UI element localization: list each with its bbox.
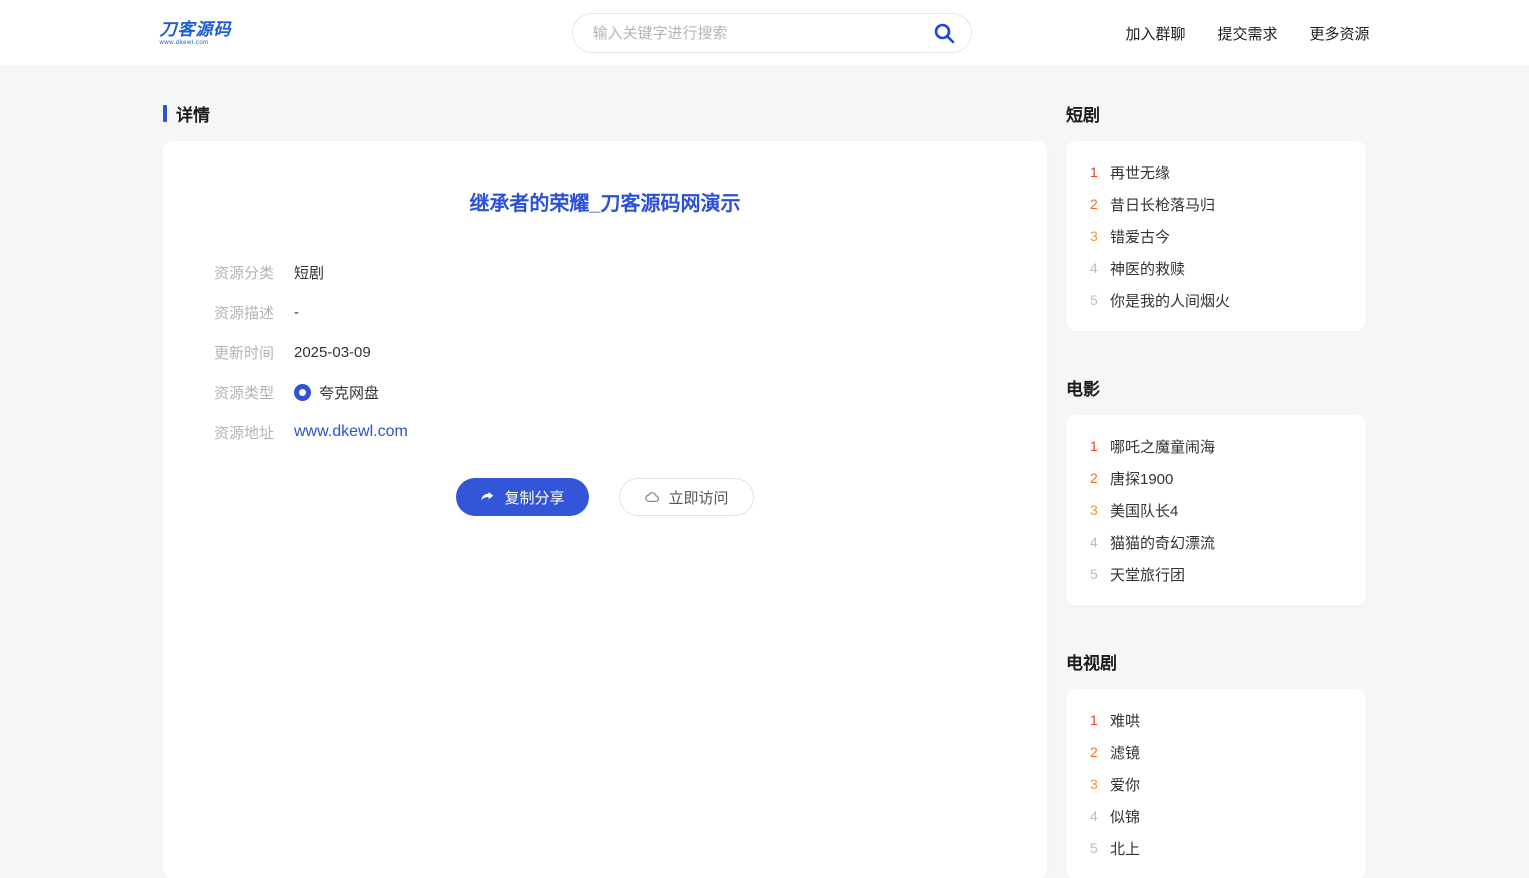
list-item[interactable]: 3 爱你 (1090, 768, 1342, 800)
nav-item-submit-request[interactable]: 提交需求 (1217, 23, 1277, 44)
field-row-update-time: 更新时间 2025-03-09 (214, 332, 1047, 372)
rank-number: 1 (1090, 438, 1110, 454)
detail-section-title: 详情 (176, 101, 210, 126)
detail-section-head: 详情 (163, 101, 1047, 126)
list-item-title: 滤镜 (1110, 742, 1140, 763)
visit-now-label: 立即访问 (669, 487, 729, 508)
list-item-title: 北上 (1110, 838, 1140, 859)
sidebar-section-tv-series: 电视剧 1 难哄 2 滤镜 3 爱你 4 似锦 (1066, 649, 1366, 878)
field-row-resource-type: 资源类型 夸克网盘 (214, 372, 1047, 412)
rank-number: 1 (1090, 712, 1110, 728)
field-label: 资源分类 (214, 262, 294, 283)
share-icon (480, 489, 496, 505)
field-row-resource-url: 资源地址 www.dkewl.com (214, 412, 1047, 452)
ranking-card: 1 哪吒之魔童闹海 2 唐探1900 3 美国队长4 4 猫猫的奇幻漂流 5 (1066, 415, 1366, 605)
rank-number: 3 (1090, 228, 1110, 244)
sidebar-section-movies: 电影 1 哪吒之魔童闹海 2 唐探1900 3 美国队长4 4 猫猫的奇幻漂流 (1066, 375, 1366, 605)
ranking-card: 1 再世无缘 2 昔日长枪落马归 3 错爱古今 4 神医的救赎 5 你是我的 (1066, 141, 1366, 331)
action-buttons: 复制分享 立即访问 (163, 478, 1047, 516)
copy-share-label: 复制分享 (504, 487, 564, 508)
search-icon[interactable] (932, 21, 956, 45)
top-header: 刀客源码 www.dkewl.com 加入群聊 提交需求 更多资源 (0, 0, 1529, 67)
field-label: 资源描述 (214, 302, 294, 323)
list-item-title: 错爱古今 (1110, 226, 1170, 247)
list-item[interactable]: 2 昔日长枪落马归 (1090, 188, 1342, 220)
list-item-title: 猫猫的奇幻漂流 (1110, 532, 1215, 553)
sidebar-section-title: 电视剧 (1066, 649, 1366, 674)
copy-share-button[interactable]: 复制分享 (456, 478, 588, 516)
sidebar-section-short-drama: 短剧 1 再世无缘 2 昔日长枪落马归 3 错爱古今 4 神医的救赎 (1066, 101, 1366, 331)
quark-netdisk-icon (294, 384, 311, 401)
detail-card: 继承者的荣耀_刀客源码网演示 资源分类 短剧 资源描述 - 更新时间 2025-… (163, 141, 1047, 878)
list-item[interactable]: 1 再世无缘 (1090, 156, 1342, 188)
field-value-resource-type: 夸克网盘 (294, 382, 379, 403)
list-item-title: 似锦 (1110, 806, 1140, 827)
search-box (572, 13, 972, 53)
list-item[interactable]: 5 天堂旅行团 (1090, 558, 1342, 590)
rank-number: 3 (1090, 502, 1110, 518)
nav-item-join-group[interactable]: 加入群聊 (1125, 23, 1185, 44)
rank-number: 4 (1090, 534, 1110, 550)
search-input[interactable] (572, 13, 972, 53)
list-item[interactable]: 3 美国队长4 (1090, 494, 1342, 526)
resource-type-text: 夸克网盘 (319, 382, 379, 403)
visit-now-button[interactable]: 立即访问 (619, 478, 754, 516)
rank-number: 5 (1090, 840, 1110, 856)
nav-item-more-resources[interactable]: 更多资源 (1309, 23, 1369, 44)
list-item-title: 爱你 (1110, 774, 1140, 795)
sidebar-section-title: 短剧 (1066, 101, 1366, 126)
field-value-category: 短剧 (294, 262, 324, 283)
section-accent-bar (163, 105, 167, 122)
rank-number: 3 (1090, 776, 1110, 792)
list-item-title: 神医的救赎 (1110, 258, 1185, 279)
resource-url-link[interactable]: www.dkewl.com (294, 423, 408, 441)
rank-number: 2 (1090, 196, 1110, 212)
list-item-title: 天堂旅行团 (1110, 564, 1185, 585)
list-item[interactable]: 4 神医的救赎 (1090, 252, 1342, 284)
list-item[interactable]: 4 猫猫的奇幻漂流 (1090, 526, 1342, 558)
site-logo-subtext: www.dkewl.com (160, 40, 232, 46)
field-label: 资源类型 (214, 382, 294, 403)
rank-number: 1 (1090, 164, 1110, 180)
field-row-description: 资源描述 - (214, 292, 1047, 332)
rank-number: 2 (1090, 470, 1110, 486)
ranking-card: 1 难哄 2 滤镜 3 爱你 4 似锦 5 北上 (1066, 689, 1366, 878)
sidebar-section-title: 电影 (1066, 375, 1366, 400)
list-item[interactable]: 5 你是我的人间烟火 (1090, 284, 1342, 316)
list-item-title: 你是我的人间烟火 (1110, 290, 1230, 311)
list-item-title: 唐探1900 (1110, 468, 1173, 489)
field-label: 资源地址 (214, 422, 294, 443)
list-item-title: 美国队长4 (1110, 500, 1178, 521)
field-label: 更新时间 (214, 342, 294, 363)
header-nav: 加入群聊 提交需求 更多资源 (1125, 23, 1369, 44)
rank-number: 5 (1090, 566, 1110, 582)
cloud-icon (644, 489, 661, 506)
field-list: 资源分类 短剧 资源描述 - 更新时间 2025-03-09 资源类型 夸克网盘 (163, 252, 1047, 452)
rank-number: 4 (1090, 808, 1110, 824)
rank-number: 5 (1090, 292, 1110, 308)
list-item-title: 再世无缘 (1110, 162, 1170, 183)
right-sidebar: 短剧 1 再世无缘 2 昔日长枪落马归 3 错爱古今 4 神医的救赎 (1066, 101, 1366, 878)
list-item[interactable]: 5 北上 (1090, 832, 1342, 864)
list-item[interactable]: 3 错爱古今 (1090, 220, 1342, 252)
field-value-description: - (294, 304, 299, 321)
site-logo[interactable]: 刀客源码 www.dkewl.com (160, 21, 232, 46)
rank-number: 4 (1090, 260, 1110, 276)
list-item[interactable]: 2 滤镜 (1090, 736, 1342, 768)
list-item[interactable]: 2 唐探1900 (1090, 462, 1342, 494)
field-row-category: 资源分类 短剧 (214, 252, 1047, 292)
list-item-title: 哪吒之魔童闹海 (1110, 436, 1215, 457)
list-item-title: 昔日长枪落马归 (1110, 194, 1215, 215)
list-item[interactable]: 4 似锦 (1090, 800, 1342, 832)
site-logo-text: 刀客源码 (160, 21, 232, 38)
field-value-update-time: 2025-03-09 (294, 344, 371, 361)
list-item[interactable]: 1 哪吒之魔童闹海 (1090, 430, 1342, 462)
list-item[interactable]: 1 难哄 (1090, 704, 1342, 736)
list-item-title: 难哄 (1110, 710, 1140, 731)
rank-number: 2 (1090, 744, 1110, 760)
resource-title: 继承者的荣耀_刀客源码网演示 (163, 187, 1047, 216)
